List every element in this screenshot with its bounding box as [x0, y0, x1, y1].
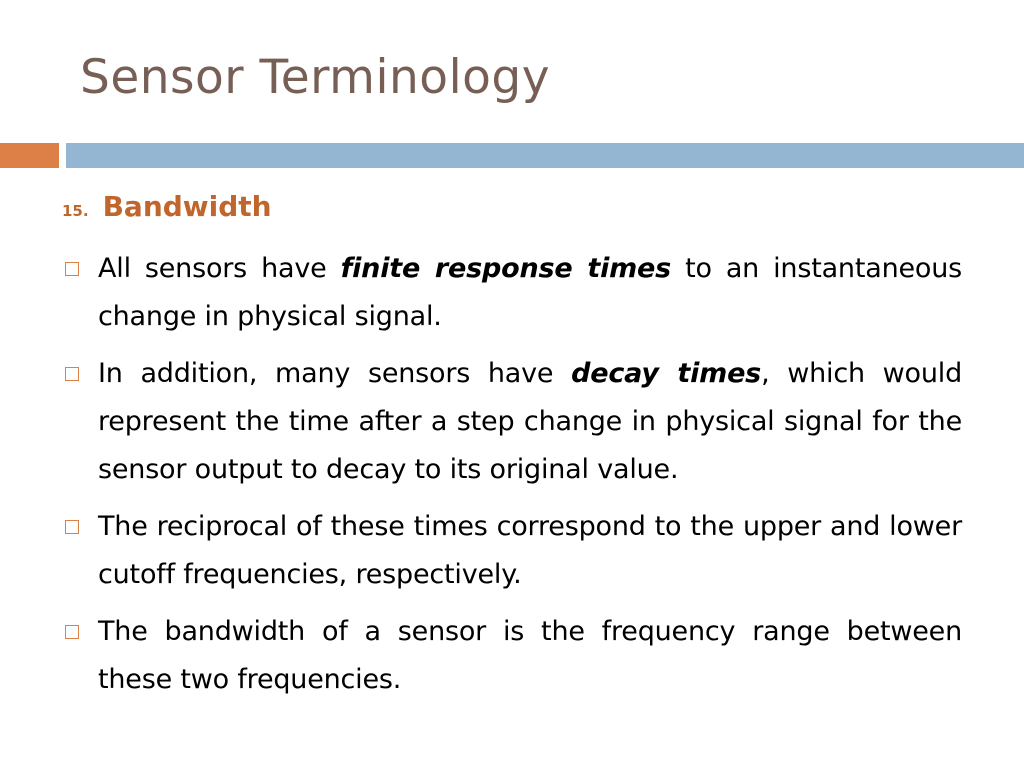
bullet-item: The bandwidth of a sensor is the frequen…	[60, 608, 962, 704]
bullet-text: The reciprocal of these times correspond…	[98, 511, 962, 590]
accent-bar-left	[0, 143, 59, 168]
bullet-item: In addition, many sensors have decay tim…	[60, 350, 962, 494]
hollow-square-bullet-icon	[65, 625, 79, 639]
section-number: 15.	[62, 202, 89, 220]
bullet-list: All sensors have finite response times t…	[60, 245, 962, 713]
bullet-text: All sensors have finite response times t…	[98, 253, 962, 332]
slide-title: Sensor Terminology	[80, 50, 551, 105]
bullet-item: The reciprocal of these times correspond…	[60, 503, 962, 599]
bullet-item: All sensors have finite response times t…	[60, 245, 962, 341]
hollow-square-bullet-icon	[65, 520, 79, 534]
accent-bar-right	[66, 143, 1024, 168]
hollow-square-bullet-icon	[65, 367, 79, 381]
emphasis-text: decay times	[571, 358, 762, 389]
bullet-text: The bandwidth of a sensor is the frequen…	[98, 616, 962, 695]
section-heading: 15. Bandwidth	[62, 190, 272, 223]
section-title: Bandwidth	[102, 190, 272, 223]
emphasis-text: finite response times	[340, 253, 672, 284]
hollow-square-bullet-icon	[65, 262, 79, 276]
slide: Sensor Terminology 15. Bandwidth All sen…	[0, 0, 1024, 768]
bullet-text: In addition, many sensors have decay tim…	[98, 358, 963, 485]
